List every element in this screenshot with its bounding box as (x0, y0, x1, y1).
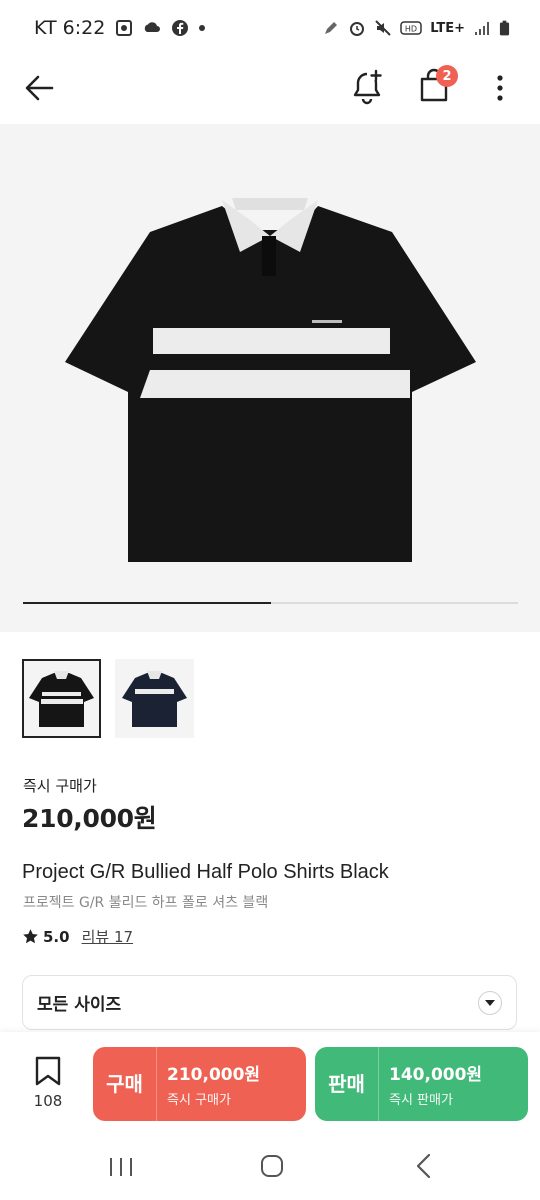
gallery-notification-icon (116, 20, 133, 36)
more-notifications-dot-icon (199, 25, 206, 31)
rating-value: 5.0 (43, 927, 70, 946)
polo-shirt-image (65, 198, 476, 562)
hd-icon: HD (400, 21, 422, 35)
wishlist-count: 108 (33, 1092, 63, 1110)
network-type: LTE+ (430, 20, 465, 36)
buy-button[interactable]: 구매 210,000원 즉시 구매가 (93, 1047, 306, 1121)
review-link[interactable]: 리뷰 17 (82, 926, 133, 947)
instant-buy-price: 210,000원 (22, 804, 157, 833)
size-dropdown[interactable]: 모든 사이즈 (22, 975, 517, 1030)
mute-icon (375, 20, 391, 36)
size-dropdown-label: 모든 사이즈 (37, 995, 122, 1015)
buy-button-type: 구매 (93, 1047, 157, 1121)
instant-buy-label: 즉시 구매가 (23, 777, 97, 795)
chevron-down-icon (478, 990, 502, 1015)
thumbnail-black[interactable] (22, 659, 101, 738)
home-icon[interactable] (260, 1154, 284, 1178)
sell-button-sub: 즉시 판매가 (389, 1093, 453, 1108)
nav-back-icon[interactable] (414, 1153, 434, 1179)
sell-button-price: 140,000원 (389, 1065, 483, 1085)
top-app-bar: 2 (0, 56, 540, 124)
product-name-en: Project G/R Bullied Half Polo Shirts Bla… (22, 861, 389, 883)
system-nav-bar (0, 1136, 540, 1200)
sell-button-type: 판매 (315, 1047, 379, 1121)
buy-button-price: 210,000원 (167, 1065, 261, 1085)
gallery-progress-fill (23, 602, 271, 604)
wishlist-button[interactable]: 108 (22, 1056, 74, 1110)
bell-plus-icon[interactable] (348, 68, 386, 106)
buy-button-sub: 즉시 구매가 (167, 1093, 231, 1108)
bookmark-icon (35, 1056, 61, 1086)
signal-icon (475, 22, 489, 35)
product-image-gallery[interactable] (0, 124, 540, 632)
back-arrow-icon[interactable] (22, 70, 58, 106)
bottom-action-bar: 108 구매 210,000원 즉시 구매가 판매 140,000원 즉시 판매… (0, 1032, 540, 1136)
more-vertical-icon[interactable] (488, 70, 512, 106)
svg-text:HD: HD (405, 25, 417, 34)
thumbnail-navy[interactable] (115, 659, 194, 738)
thumbnail-strip (22, 659, 194, 738)
status-bar: KT 6:22 HD LTE+ (0, 0, 540, 56)
cloud-notification-icon (145, 22, 161, 32)
rating-row: 5.0 리뷰 17 (22, 926, 133, 947)
alarm-icon (350, 22, 365, 36)
star-icon (23, 929, 38, 944)
gallery-progress (23, 602, 518, 604)
pen-icon (325, 22, 338, 34)
battery-icon (499, 20, 510, 36)
product-name-ko: 프로젝트 G/R 불리드 하프 폴로 셔츠 블랙 (23, 895, 269, 911)
recent-apps-icon[interactable] (108, 1156, 134, 1178)
facebook-icon (172, 20, 189, 36)
carrier-time: KT 6:22 (34, 17, 106, 39)
sell-button[interactable]: 판매 140,000원 즉시 판매가 (315, 1047, 528, 1121)
cart-badge: 2 (436, 65, 458, 87)
thumbnail-navy-image (122, 671, 187, 727)
thumbnail-black-image (29, 671, 94, 727)
